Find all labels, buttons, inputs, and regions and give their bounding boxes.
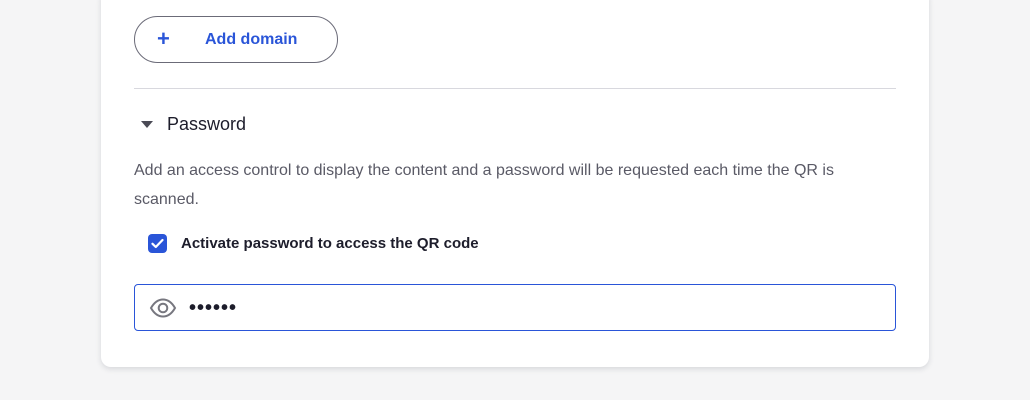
password-input[interactable]: •••••• [134, 284, 896, 331]
eye-icon[interactable] [149, 295, 177, 321]
add-domain-button[interactable]: + Add domain [134, 16, 338, 63]
password-section-title: Password [167, 113, 247, 134]
activate-password-checkbox[interactable] [148, 234, 167, 253]
password-section-description: Add an access control to display the con… [134, 162, 834, 208]
caret-down-icon [141, 120, 153, 128]
checkmark-icon [151, 238, 164, 249]
activate-password-label: Activate password to access the QR code [181, 235, 479, 252]
settings-card: + Add domain Password Add an access cont… [101, 0, 929, 367]
password-value: •••••• [189, 297, 238, 319]
activate-password-checkbox-row[interactable]: Activate password to access the QR code [148, 234, 479, 253]
section-divider [134, 88, 896, 89]
add-domain-label: Add domain [205, 31, 298, 48]
plus-icon: + [157, 26, 170, 51]
password-section-toggle[interactable]: Password [141, 112, 246, 136]
